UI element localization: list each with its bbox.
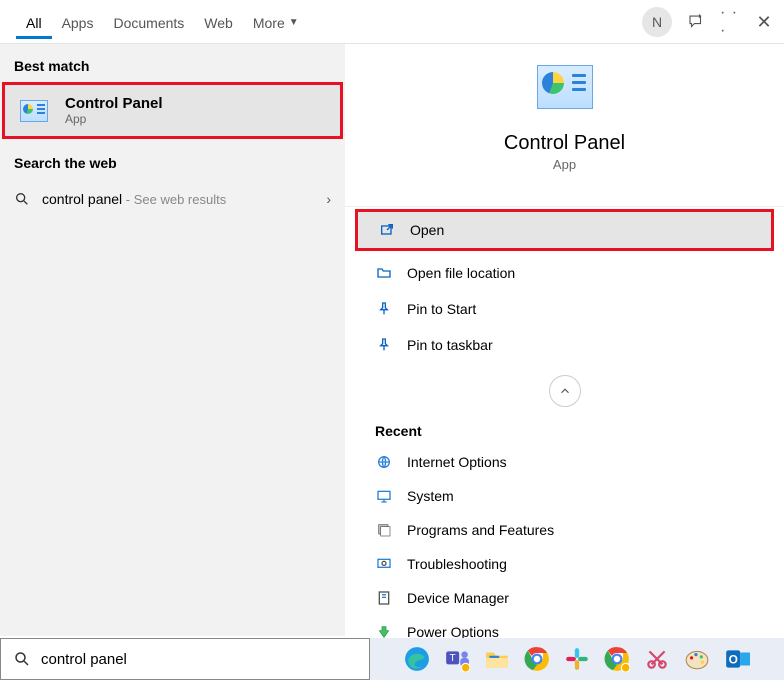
svg-text:T: T [450,653,456,664]
action-pin-to-taskbar[interactable]: Pin to taskbar [345,327,784,363]
chevron-down-icon: ▼ [289,17,299,28]
collapse-button[interactable] [549,375,581,407]
details-pane: Control Panel App Open Open file locatio… [345,44,784,636]
header-actions: N · · · ✕ [642,0,774,44]
recent-programs-features[interactable]: Programs and Features [345,513,784,547]
result-subtitle: App [65,112,163,126]
taskbar: T O [370,638,784,680]
device-manager-icon [375,589,393,607]
action-open-file-location-label: Open file location [407,265,515,281]
search-web-heading: Search the web [0,151,345,179]
action-pin-to-start[interactable]: Pin to Start [345,291,784,327]
best-match-heading: Best match [0,54,345,82]
recent-device-manager-label: Device Manager [407,590,509,606]
recent-troubleshooting[interactable]: Troubleshooting [345,547,784,581]
taskbar-paint-icon[interactable] [682,644,712,674]
recent-system-label: System [407,488,454,504]
details-app-icon [536,64,594,110]
pin-icon [375,337,393,353]
taskbar-snip-icon[interactable] [642,644,672,674]
close-icon[interactable]: ✕ [754,12,774,32]
search-bar[interactable] [0,638,370,680]
tab-apps[interactable]: Apps [52,5,104,39]
troubleshooting-icon [375,555,393,573]
recent-internet-options[interactable]: Internet Options [345,445,784,479]
web-query-label: control panel [42,191,122,207]
recent-programs-features-label: Programs and Features [407,522,554,538]
search-input[interactable] [41,651,357,668]
search-icon [14,191,30,207]
recent-troubleshooting-label: Troubleshooting [407,556,507,572]
user-avatar[interactable]: N [642,7,672,37]
recent-device-manager[interactable]: Device Manager [345,581,784,615]
details-title: Control Panel [345,132,784,155]
main-panel: Best match Control Panel App Search the … [0,44,784,636]
web-result-row[interactable]: control panel - See web results › [0,179,345,219]
results-pane: Best match Control Panel App Search the … [0,44,345,636]
search-icon [13,650,31,668]
taskbar-chrome-canary-icon[interactable] [602,644,632,674]
svg-text:O: O [729,652,738,666]
taskbar-slack-icon[interactable] [562,644,592,674]
action-pin-to-taskbar-label: Pin to taskbar [407,337,493,353]
action-pin-to-start-label: Pin to Start [407,301,476,317]
taskbar-outlook-icon[interactable]: O [722,644,752,674]
open-icon [378,222,396,238]
more-options-icon[interactable]: · · · [720,12,740,32]
tab-more[interactable]: More ▼ [243,5,309,39]
control-panel-icon [19,96,49,126]
tab-more-label: More [253,15,285,31]
taskbar-chrome-icon[interactable] [522,644,552,674]
system-icon [375,487,393,505]
taskbar-teams-icon[interactable]: T [442,644,472,674]
result-title: Control Panel [65,95,163,112]
result-text: Control Panel App [65,95,163,126]
action-open-label: Open [410,222,444,238]
recent-heading: Recent [345,407,784,445]
chevron-right-icon: › [326,191,331,207]
action-open[interactable]: Open [355,209,774,251]
tab-all[interactable]: All [16,5,52,39]
details-subtitle: App [345,157,784,172]
tab-documents[interactable]: Documents [103,5,194,39]
result-control-panel[interactable]: Control Panel App [2,82,343,139]
recent-internet-options-label: Internet Options [407,454,507,470]
internet-options-icon [375,453,393,471]
tab-web[interactable]: Web [194,5,243,39]
folder-icon [375,265,393,281]
taskbar-edge-icon[interactable] [402,644,432,674]
action-open-file-location[interactable]: Open file location [345,255,784,291]
feedback-icon[interactable] [686,12,706,32]
actions-list: Open Open file location Pin to Start Pin… [345,206,784,363]
taskbar-file-explorer-icon[interactable] [482,644,512,674]
web-query-hint: - See web results [122,192,226,207]
programs-icon [375,521,393,539]
pin-icon [375,301,393,317]
recent-system[interactable]: System [345,479,784,513]
web-query-text: control panel - See web results [42,191,226,207]
